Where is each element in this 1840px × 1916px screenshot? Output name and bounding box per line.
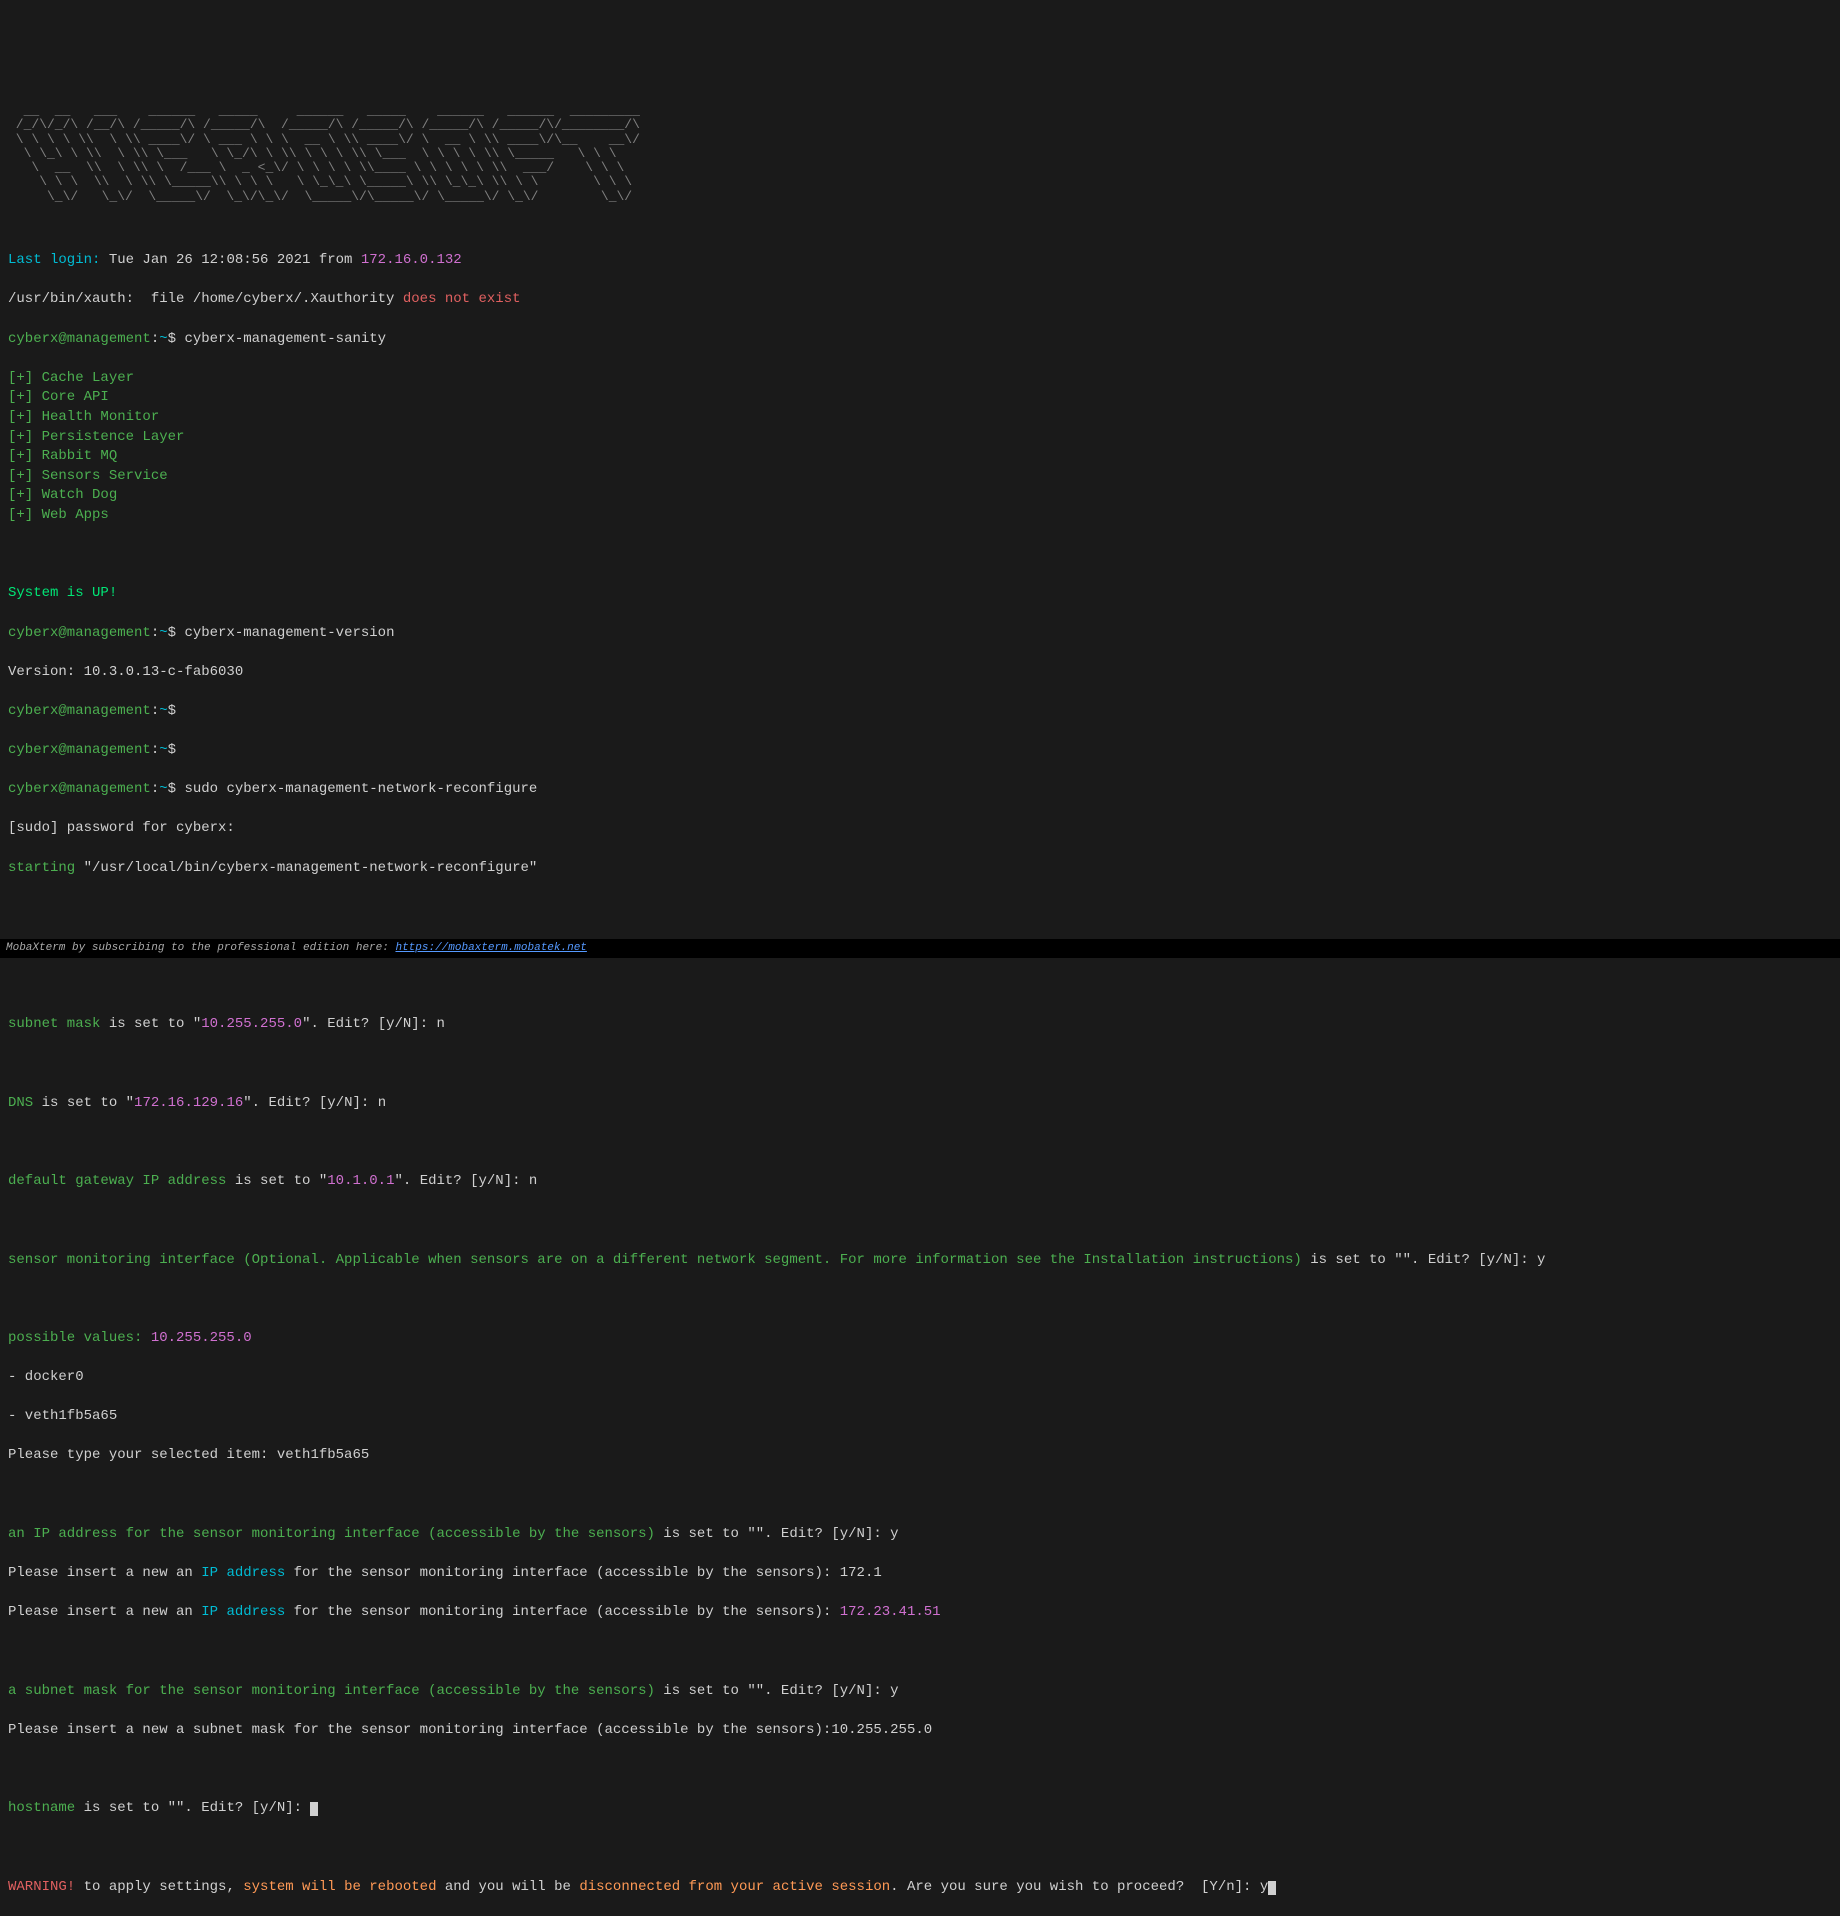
cursor-icon xyxy=(1268,1881,1276,1895)
sanity-check-item: [+] Core API xyxy=(8,388,1832,408)
starting-line: starting "/usr/local/bin/cyberx-manageme… xyxy=(8,859,1832,879)
sanity-check-item: [+] Rabbit MQ xyxy=(8,447,1832,467)
statusbar: MobaXterm by subscribing to the professi… xyxy=(0,939,1840,958)
last-login-line: Last login: Tue Jan 26 12:08:56 2021 fro… xyxy=(8,251,1832,271)
insert-ip-line-1[interactable]: Please insert a new an IP address for th… xyxy=(8,1564,1832,1584)
question-hostname[interactable]: hostname is set to "". Edit? [y/N]: xyxy=(8,1799,1832,1819)
sanity-check-item: [+] Sensors Service xyxy=(8,467,1832,487)
command-sanity: cyberx-management-sanity xyxy=(176,331,386,347)
prompt-line-5[interactable]: cyberx@management:~$ sudo cyberx-managem… xyxy=(8,780,1832,800)
prompt-line-2[interactable]: cyberx@management:~$ cyberx-management-v… xyxy=(8,624,1832,644)
selected-interface-input[interactable]: Please type your selected item: veth1fb5… xyxy=(8,1446,1832,1466)
sanity-check-item: [+] Web Apps xyxy=(8,506,1832,526)
interface-option-veth: - veth1fb5a65 xyxy=(8,1407,1832,1427)
prompt-line-3[interactable]: cyberx@management:~$ xyxy=(8,702,1832,722)
sanity-check-item: [+] Persistence Layer xyxy=(8,428,1832,448)
question-dns[interactable]: DNS is set to "172.16.129.16". Edit? [y/… xyxy=(8,1094,1832,1114)
question-sensor-monitoring-interface[interactable]: sensor monitoring interface (Optional. A… xyxy=(8,1251,1832,1271)
sanity-check-item: [+] Watch Dog xyxy=(8,486,1832,506)
insert-subnet-line[interactable]: Please insert a new a subnet mask for th… xyxy=(8,1721,1832,1741)
sudo-password-prompt[interactable]: [sudo] password for cyberx: xyxy=(8,819,1832,839)
prompt-line-4[interactable]: cyberx@management:~$ xyxy=(8,741,1832,761)
terminal-screen[interactable]: __ __ ___ ______ _____ ______ _____ ____… xyxy=(8,84,1832,1916)
sanity-check-item: [+] Cache Layer xyxy=(8,369,1832,389)
question-subnet-mask[interactable]: subnet mask is set to "10.255.255.0". Ed… xyxy=(8,1015,1832,1035)
xauth-line: /usr/bin/xauth: file /home/cyberx/.Xauth… xyxy=(8,290,1832,310)
sanity-check-item: [+] Health Monitor xyxy=(8,408,1832,428)
command-reconfigure: sudo cyberx-management-network-reconfigu… xyxy=(176,781,537,797)
possible-values-line: possible values: 10.255.255.0 xyxy=(8,1329,1832,1349)
prompt-line-1[interactable]: cyberx@management:~$ cyberx-management-s… xyxy=(8,330,1832,350)
warning-line[interactable]: WARNING! to apply settings, system will … xyxy=(8,1878,1832,1898)
interface-option-docker0: - docker0 xyxy=(8,1368,1832,1388)
question-default-gateway[interactable]: default gateway IP address is set to "10… xyxy=(8,1172,1832,1192)
version-output: Version: 10.3.0.13-c-fab6030 xyxy=(8,663,1832,683)
cursor-icon xyxy=(310,1802,318,1816)
statusbar-link[interactable]: https://mobaxterm.mobatek.net xyxy=(395,942,586,954)
system-up: System is UP! xyxy=(8,584,1832,604)
question-smi-ip[interactable]: an IP address for the sensor monitoring … xyxy=(8,1525,1832,1545)
microsoft-ascii-logo: __ __ ___ ______ _____ ______ _____ ____… xyxy=(8,104,1832,204)
insert-ip-line-2[interactable]: Please insert a new an IP address for th… xyxy=(8,1603,1832,1623)
command-version: cyberx-management-version xyxy=(176,625,394,641)
question-smi-subnet[interactable]: a subnet mask for the sensor monitoring … xyxy=(8,1682,1832,1702)
